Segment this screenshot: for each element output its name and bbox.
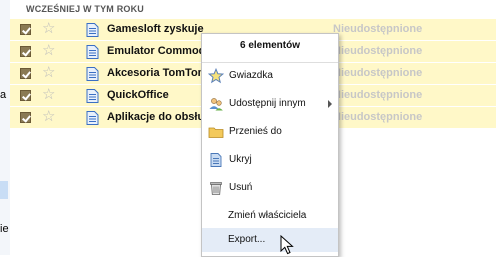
star-icon[interactable]: ☆ xyxy=(42,108,55,126)
menu-item-hide[interactable]: Ukryj xyxy=(202,148,338,172)
share-people-icon xyxy=(209,98,223,111)
document-title[interactable]: QuickOffice xyxy=(107,89,207,101)
sharing-status: Nieudostępnione xyxy=(333,23,423,35)
document-icon xyxy=(86,111,99,125)
document-icon xyxy=(86,45,99,59)
mouse-pointer-icon xyxy=(280,235,294,255)
menu-item-share[interactable]: Udostępnij innym xyxy=(202,92,338,116)
star-icon[interactable]: ☆ xyxy=(42,86,55,104)
row-checkbox[interactable] xyxy=(20,46,31,57)
row-checkbox[interactable] xyxy=(20,68,31,79)
row-checkbox[interactable] xyxy=(20,90,31,101)
menu-item-change-owner[interactable]: Zmień właściciela xyxy=(202,204,338,228)
menu-divider xyxy=(202,62,338,63)
section-header: WCZEŚNIEJ W TYM ROKU xyxy=(26,4,144,14)
selection-count: 6 elementów xyxy=(239,40,301,51)
menu-item-star[interactable]: Gwiazdka xyxy=(202,64,338,88)
menu-item-export[interactable]: Export... xyxy=(202,228,338,252)
menu-item-label: Udostępnij innym xyxy=(229,98,306,109)
menu-item-move-to[interactable]: Przenieś do xyxy=(202,120,338,144)
menu-item-label: Zmień właściciela xyxy=(228,210,307,221)
left-sidebar-edge: a ie xyxy=(0,0,10,255)
menu-item-label: Usuń xyxy=(229,182,253,193)
star-icon[interactable]: ☆ xyxy=(42,20,55,38)
star-icon[interactable]: ☆ xyxy=(42,42,55,60)
trash-icon xyxy=(210,182,222,195)
sharing-status: Nieudostępnione xyxy=(333,67,423,79)
row-checkbox[interactable] xyxy=(20,24,31,35)
sidebar-fragment: ie xyxy=(0,223,9,235)
sidebar-fragment: a xyxy=(0,89,7,101)
row-checkbox[interactable] xyxy=(20,112,31,123)
sharing-status: Nieudostępnione xyxy=(333,45,423,57)
sharing-status: Nieudostępnione xyxy=(333,111,423,123)
menu-item-delete[interactable]: Usuń xyxy=(202,176,338,200)
document-title[interactable]: Akcesoria TomTom xyxy=(107,67,207,79)
sharing-status: Nieudostępnione xyxy=(333,89,423,101)
submenu-arrow-icon xyxy=(328,100,332,108)
star-icon xyxy=(208,68,224,84)
sidebar-selection xyxy=(0,181,8,199)
document-icon xyxy=(86,67,99,81)
document-icon xyxy=(86,89,99,103)
star-icon[interactable]: ☆ xyxy=(42,64,55,82)
document-title[interactable]: Emulator Commodore xyxy=(107,45,207,57)
menu-item-label: Export... xyxy=(228,234,266,245)
folder-icon xyxy=(208,127,224,138)
document-title[interactable]: Gamesloft zyskuje dzięki iPhone xyxy=(107,23,207,35)
menu-item-label: Ukryj xyxy=(229,154,252,165)
hide-document-icon xyxy=(210,153,222,167)
menu-item-label: Przenieś do xyxy=(229,126,282,137)
menu-item-label: Gwiazdka xyxy=(229,70,273,81)
document-title[interactable]: Aplikacje do obsługi xyxy=(107,111,207,123)
document-icon xyxy=(86,23,99,37)
context-menu: 6 elementów Gwiazdka Udostępnij innym Pr… xyxy=(201,33,339,257)
